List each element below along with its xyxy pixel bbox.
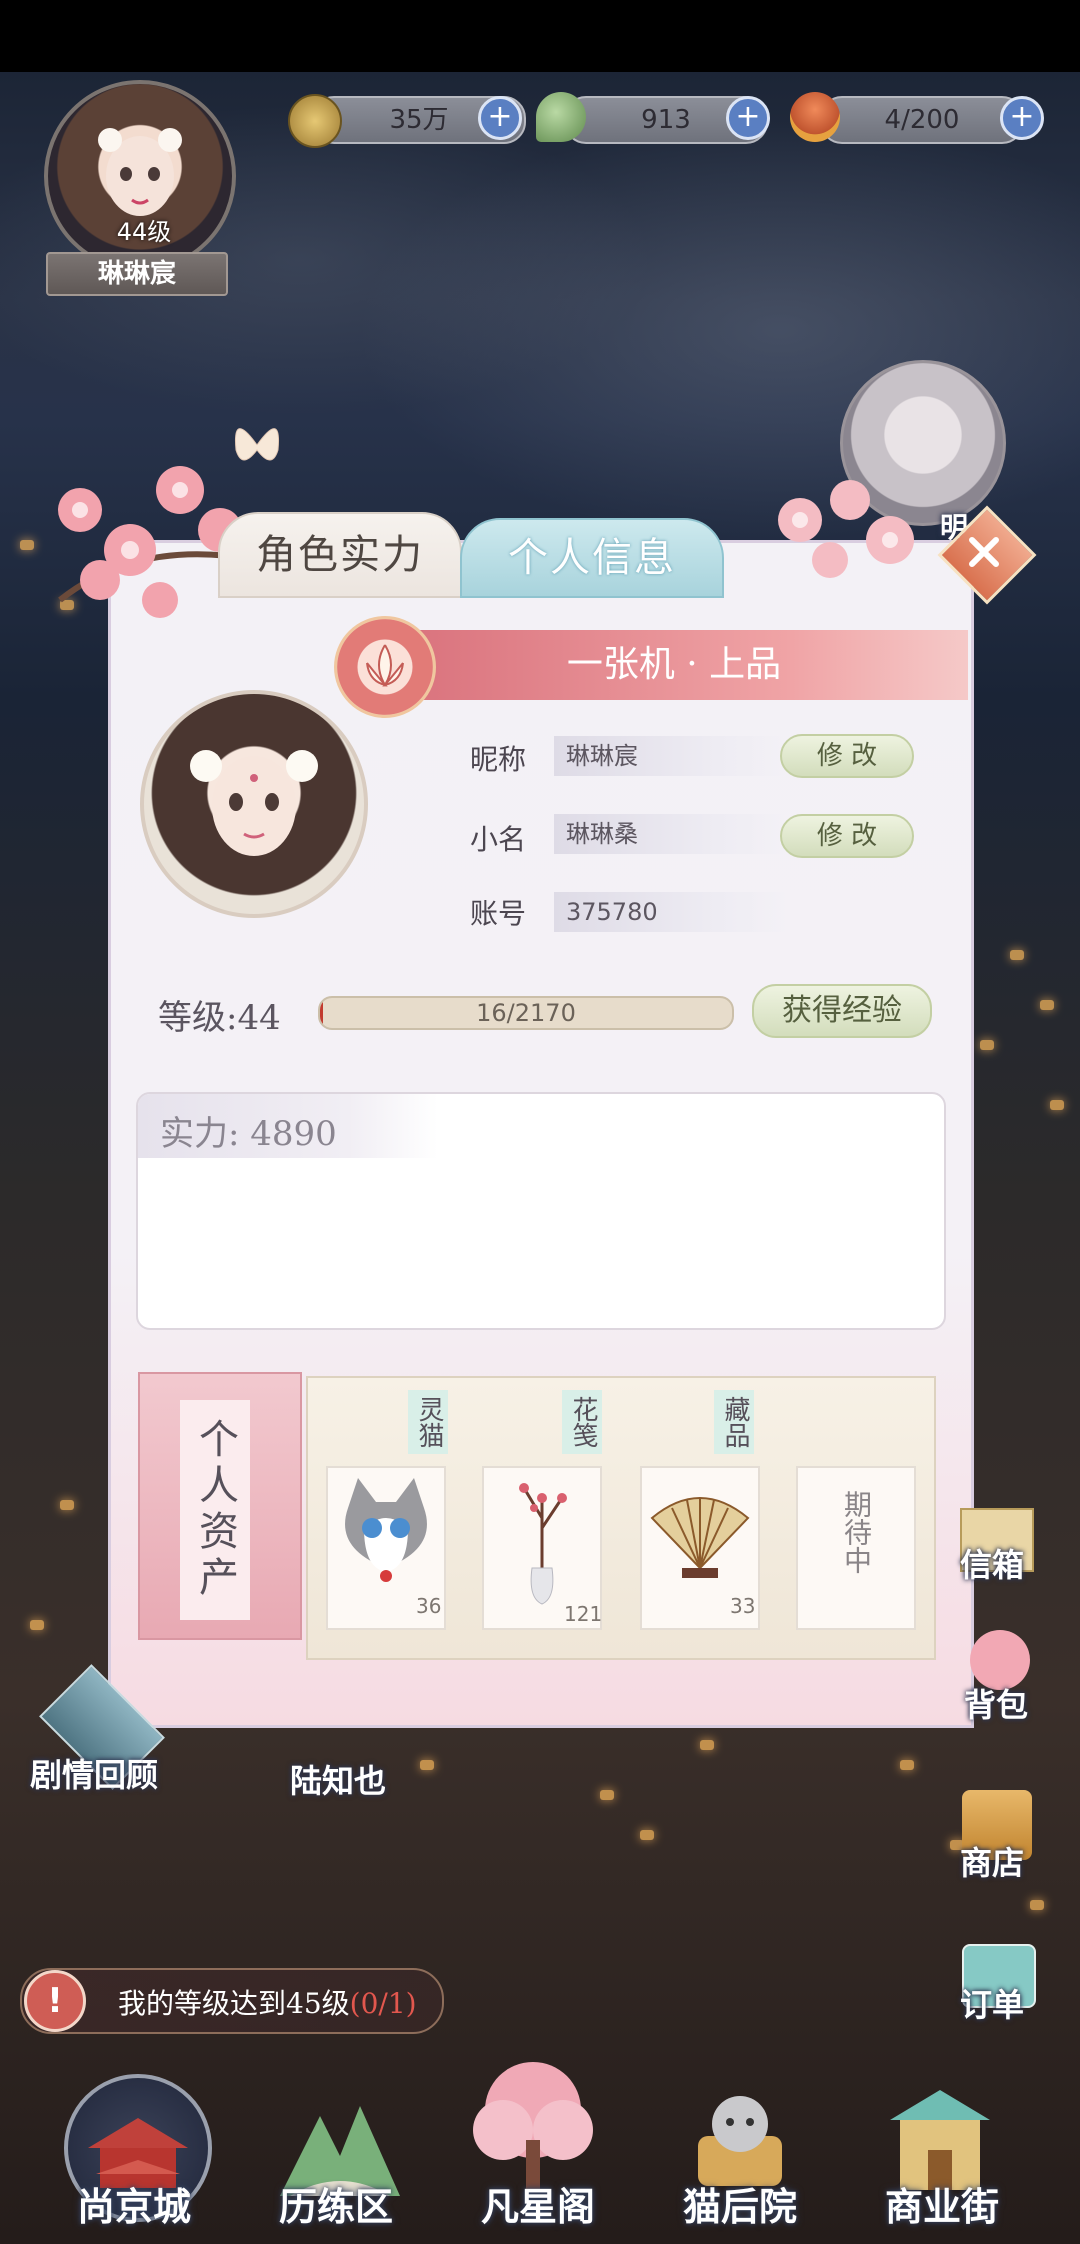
power-value: 4890	[250, 1114, 337, 1154]
player-name: 琳琳宸	[46, 252, 228, 296]
edit-alias-button[interactable]: 修 改	[780, 814, 914, 858]
asset-count-collection: 33	[730, 1594, 756, 1618]
jade-bird-icon	[536, 92, 586, 142]
nav-commerce-street[interactable]: 商业街	[842, 2176, 1042, 2231]
level-label: 等级:44	[158, 990, 281, 1039]
alias-label: 小名	[470, 823, 527, 856]
nav-training-area[interactable]: 历练区	[236, 2176, 436, 2231]
nav-capital-city[interactable]: 尚京城	[34, 2176, 234, 2231]
asset-count-cat: 36	[416, 1594, 442, 1618]
power-text: 实力: 4890	[160, 1106, 337, 1155]
add-food-button[interactable]: +	[1000, 96, 1044, 140]
tab-character-strength[interactable]: 角色实力	[218, 512, 462, 598]
assets-title: 个人资产	[180, 1400, 250, 1620]
folding-fan-icon	[650, 1497, 750, 1578]
rank-title: 一张机 · 上品	[566, 644, 782, 685]
alias-value: 琳琳桑	[554, 814, 786, 854]
cherry-blossom-right-decoration	[778, 480, 914, 578]
asset-tag-cat: 灵猫	[408, 1390, 448, 1454]
nickname-label: 昵称	[470, 743, 527, 776]
power-label: 实力:	[160, 1114, 240, 1154]
add-coins-button[interactable]: +	[478, 96, 522, 140]
asset-tag-collection: 藏品	[714, 1390, 754, 1454]
tab-personal-info[interactable]: 个人信息	[460, 518, 724, 598]
butterfly-icon	[234, 428, 280, 461]
asset-count-flower: 121	[564, 1602, 603, 1626]
story-review-label[interactable]: 剧情回顾	[30, 1750, 158, 1796]
asset-coming-soon-text: 期待中	[840, 1490, 873, 1574]
nav-star-pavilion[interactable]: 凡星阁	[438, 2176, 638, 2231]
profile-portrait	[140, 690, 368, 918]
resource-food-value: 4/200	[820, 96, 1024, 144]
shop-label[interactable]: 商店	[960, 1838, 1024, 1884]
quest-text-wrap: 我的等级达到45级(0/1)	[118, 1982, 417, 2022]
exp-progress-text: 16/2170	[476, 999, 576, 1027]
nickname-value: 琳琳宸	[554, 736, 786, 776]
gain-exp-button[interactable]: 获得经验	[752, 984, 932, 1038]
level-value: 44	[237, 998, 281, 1038]
quest-text: 我的等级达到45级	[118, 1987, 350, 2020]
nav-cat-backyard[interactable]: 猫后院	[640, 2176, 840, 2231]
paw-coin-icon	[288, 94, 342, 148]
level-label-text: 等级:	[158, 998, 238, 1038]
npc-lu-zhiye-label[interactable]: 陆知也	[290, 1756, 386, 1802]
flower-vase-icon	[519, 1483, 567, 1605]
food-basket-icon	[790, 92, 840, 142]
player-level-text: 44级	[116, 218, 172, 246]
cat-icon	[345, 1478, 427, 1582]
account-label: 账号	[470, 897, 527, 930]
portrait-face-icon	[190, 750, 318, 856]
mailbox-label[interactable]: 信箱	[960, 1540, 1024, 1586]
asset-tag-flower: 花笺	[562, 1390, 602, 1454]
quest-progress: (0/1)	[349, 1987, 417, 2020]
orders-label[interactable]: 订单	[960, 1980, 1024, 2026]
account-value: 375780	[554, 892, 786, 932]
alert-icon: !	[24, 1970, 86, 2032]
edit-nickname-button[interactable]: 修 改	[780, 734, 914, 778]
add-jade-button[interactable]: +	[726, 96, 770, 140]
backpack-label[interactable]: 背包	[964, 1680, 1028, 1726]
close-icon	[969, 537, 999, 567]
